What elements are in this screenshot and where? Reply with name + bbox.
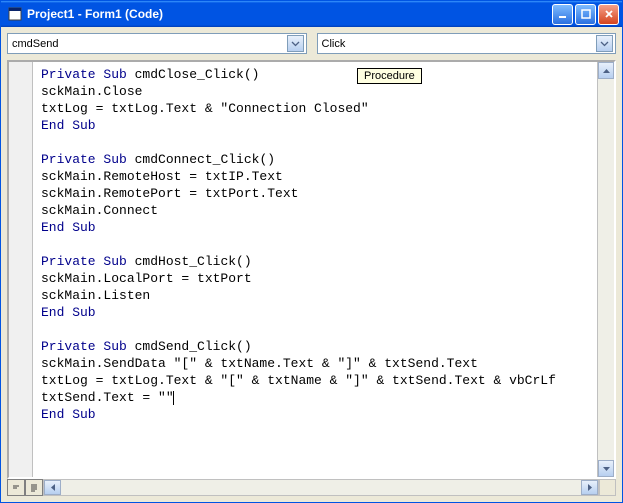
code-line[interactable]: End Sub <box>41 219 593 236</box>
vscroll-track[interactable] <box>598 79 614 460</box>
code-line[interactable] <box>41 134 593 151</box>
object-combo[interactable]: cmdSend <box>7 33 307 54</box>
code-line[interactable]: End Sub <box>41 304 593 321</box>
code-text[interactable]: Private Sub cmdClose_Click()sckMain.Clos… <box>33 62 597 477</box>
text-caret <box>173 391 174 405</box>
code-line[interactable]: sckMain.RemoteHost = txtIP.Text <box>41 168 593 185</box>
procedure-tooltip: Procedure <box>357 68 422 84</box>
procedure-view-button[interactable] <box>7 479 25 496</box>
code-line[interactable]: sckMain.LocalPort = txtPort <box>41 270 593 287</box>
code-line[interactable]: Private Sub cmdClose_Click() <box>41 66 593 83</box>
code-line[interactable]: txtSend.Text = "" <box>41 389 593 406</box>
code-line[interactable]: sckMain.RemotePort = txtPort.Text <box>41 185 593 202</box>
code-line[interactable]: sckMain.Listen <box>41 287 593 304</box>
horizontal-scrollbar[interactable] <box>43 479 599 496</box>
code-line[interactable] <box>41 321 593 338</box>
object-combo-value: cmdSend <box>12 38 287 50</box>
code-window: Project1 - Form1 (Code) cmdSend Click Pr… <box>0 0 623 503</box>
scroll-down-icon[interactable] <box>598 460 614 477</box>
scroll-right-icon[interactable] <box>581 480 598 495</box>
code-line[interactable]: txtLog = txtLog.Text & "[" & txtName & "… <box>41 372 593 389</box>
code-line[interactable] <box>41 236 593 253</box>
procedure-combo[interactable]: Click <box>317 33 617 54</box>
code-line[interactable]: End Sub <box>41 117 593 134</box>
maximize-button[interactable] <box>575 4 596 25</box>
code-line[interactable]: Private Sub cmdConnect_Click() <box>41 151 593 168</box>
code-editor[interactable]: Private Sub cmdClose_Click()sckMain.Clos… <box>7 60 616 479</box>
code-line[interactable]: sckMain.SendData "[" & txtName.Text & "]… <box>41 355 593 372</box>
code-line[interactable]: Private Sub cmdSend_Click() <box>41 338 593 355</box>
hscroll-track[interactable] <box>61 480 581 495</box>
close-button[interactable] <box>598 4 619 25</box>
vertical-scrollbar[interactable] <box>597 62 614 477</box>
chevron-down-icon[interactable] <box>287 35 304 52</box>
margin-indicator <box>9 62 33 477</box>
code-line[interactable]: sckMain.Connect <box>41 202 593 219</box>
code-line[interactable]: Private Sub cmdHost_Click() <box>41 253 593 270</box>
scroll-left-icon[interactable] <box>44 480 61 495</box>
procedure-combo-value: Click <box>322 38 597 50</box>
titlebar[interactable]: Project1 - Form1 (Code) <box>1 1 622 27</box>
scroll-corner <box>599 479 616 496</box>
minimize-button[interactable] <box>552 4 573 25</box>
code-line[interactable]: End Sub <box>41 406 593 423</box>
code-line[interactable]: txtLog = txtLog.Text & "Connection Close… <box>41 100 593 117</box>
chevron-down-icon[interactable] <box>596 35 613 52</box>
dropdown-bar: cmdSend Click <box>1 27 622 60</box>
vb-form-icon <box>7 6 23 22</box>
window-title: Project1 - Form1 (Code) <box>27 7 550 21</box>
code-line[interactable]: sckMain.Close <box>41 83 593 100</box>
full-module-view-button[interactable] <box>25 479 43 496</box>
scroll-up-icon[interactable] <box>598 62 614 79</box>
bottom-bar <box>7 479 616 496</box>
